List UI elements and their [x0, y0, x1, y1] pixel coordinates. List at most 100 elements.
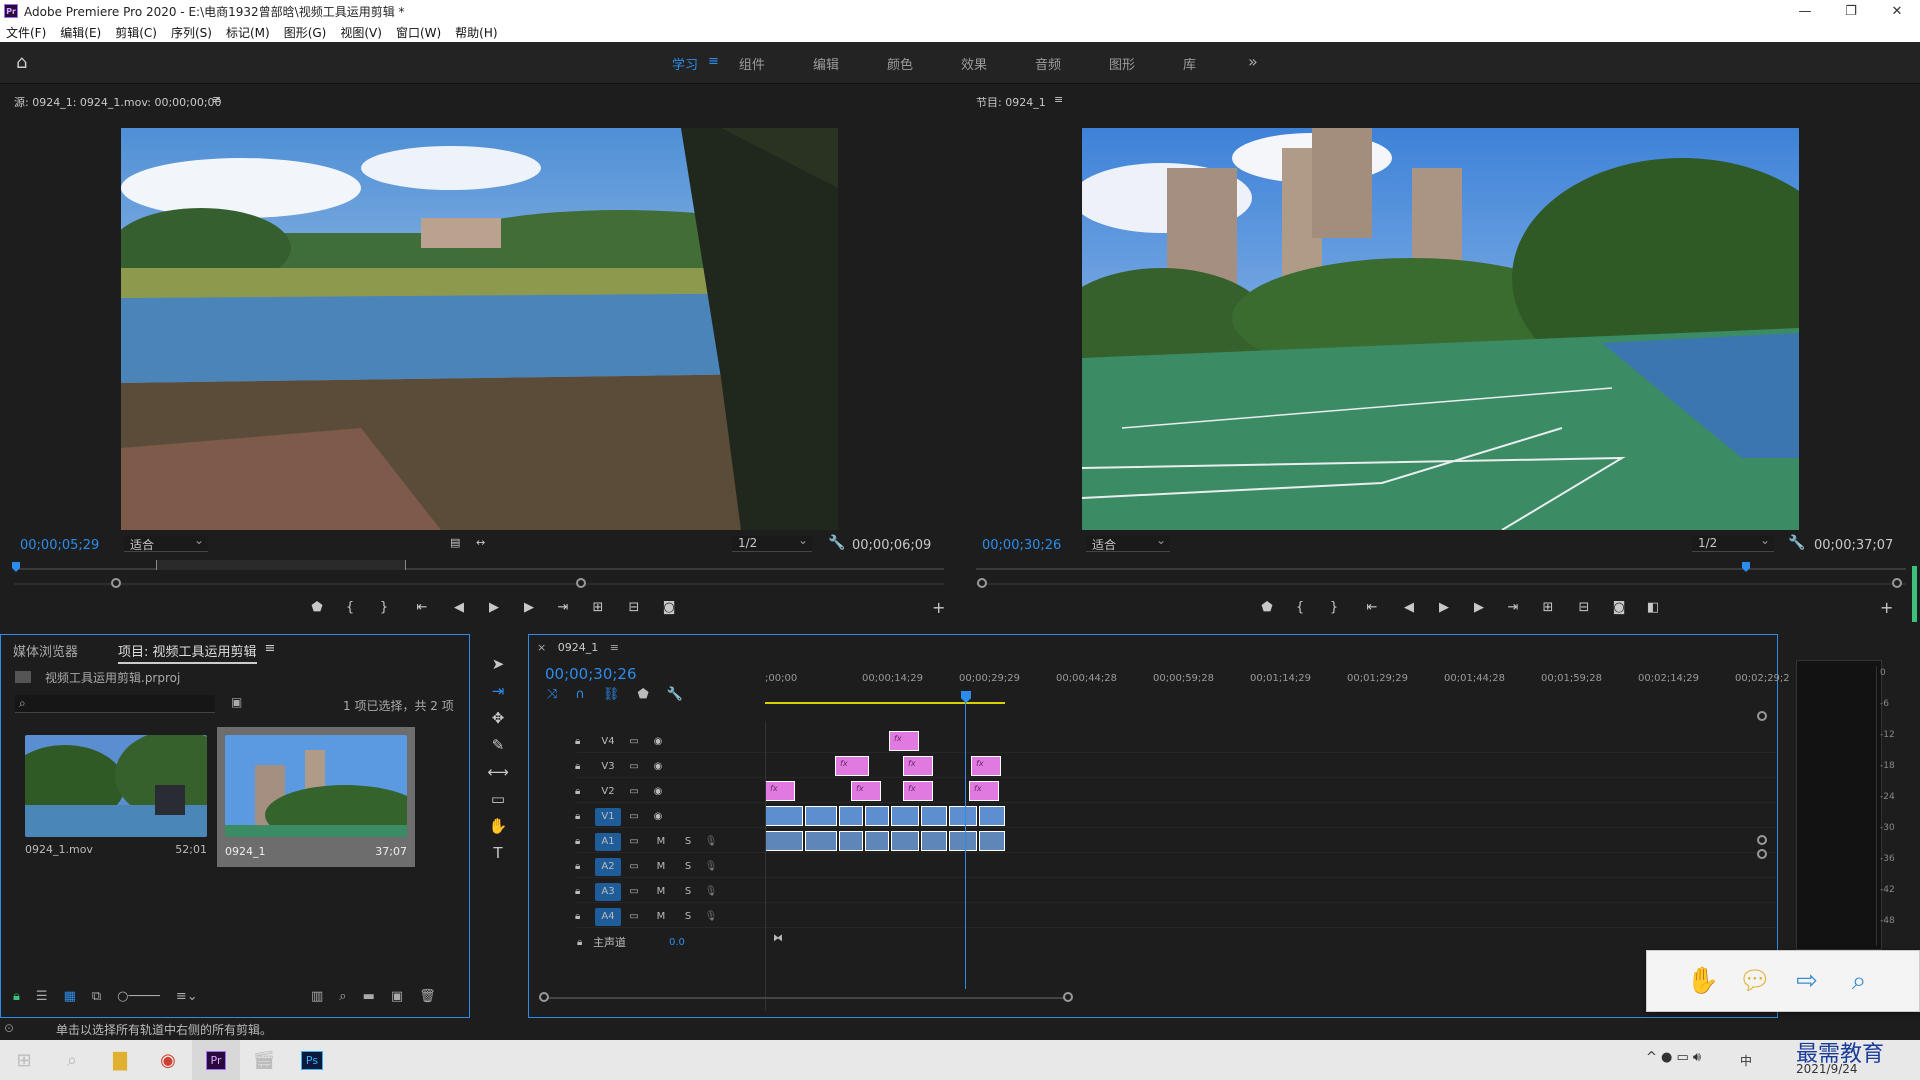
- source-drag-icon[interactable]: ↔: [476, 536, 485, 549]
- track-header-v4[interactable]: 🔒︎ V4 ▭ ◉: [575, 731, 1777, 753]
- ripple-edit-tool-icon[interactable]: ✥: [492, 704, 505, 731]
- time-ruler[interactable]: ;00;00 00;00;14;29 00;00;29;29 00;00;44;28 0…: [765, 671, 1790, 697]
- snap-icon[interactable]: ∩: [575, 687, 585, 702]
- track-header-v1[interactable]: 🔒︎ V1 ▭ ◉: [575, 806, 1777, 828]
- panel-menu-icon[interactable]: ≡: [610, 641, 619, 654]
- menu-help[interactable]: 帮助(H): [455, 24, 497, 41]
- minimize-button[interactable]: —: [1782, 0, 1828, 22]
- play-button-icon[interactable]: ▶: [1426, 600, 1462, 615]
- zoom-icon[interactable]: ⌕: [1833, 966, 1885, 997]
- mute-button[interactable]: M: [647, 911, 675, 922]
- video-clip[interactable]: [805, 806, 837, 826]
- selection-tool-icon[interactable]: ➤: [492, 650, 505, 677]
- mute-button[interactable]: M: [647, 861, 675, 872]
- track-name[interactable]: V4: [595, 733, 621, 751]
- premiere-taskbar-icon[interactable]: Pr: [192, 1040, 240, 1080]
- track-sync-icon[interactable]: ▭: [621, 761, 647, 772]
- workspace-tab-editing[interactable]: 编辑: [813, 54, 839, 73]
- close-button[interactable]: ✕: [1874, 0, 1920, 22]
- maximize-button[interactable]: ❐: [1828, 0, 1874, 22]
- track-select-tool-icon[interactable]: ⇥: [492, 677, 505, 704]
- workspace-tab-learn[interactable]: 学习: [672, 54, 698, 73]
- menu-clip[interactable]: 剪辑(C): [115, 24, 157, 41]
- camera-icon[interactable]: ◙: [1602, 600, 1636, 615]
- timeline-playhead-line[interactable]: [965, 695, 966, 989]
- track-scroll-handle[interactable]: [1757, 835, 1767, 845]
- razor-tool-icon[interactable]: ✎: [492, 731, 505, 758]
- timeline-settings-icon[interactable]: 🔧: [667, 687, 683, 702]
- fx-clip[interactable]: fx: [835, 756, 869, 776]
- master-volume-value[interactable]: 0.0: [669, 937, 685, 948]
- tray-icons[interactable]: ^ ● ▭ 🔊︎: [1646, 1050, 1701, 1065]
- workspace-tab-audio[interactable]: 音频: [1035, 54, 1061, 73]
- camera-icon[interactable]: ◙: [652, 600, 686, 615]
- menu-file[interactable]: 文件(F): [6, 24, 46, 41]
- program-zoom-left-handle[interactable]: [977, 578, 987, 588]
- rectangle-tool-icon[interactable]: ▭: [491, 785, 505, 812]
- new-item-icon[interactable]: ▣: [391, 989, 403, 1004]
- solo-button[interactable]: S: [675, 861, 701, 872]
- eye-icon[interactable]: ◉: [647, 736, 669, 747]
- source-resolution-dropdown[interactable]: 1/2: [732, 533, 812, 552]
- audio-clip[interactable]: [891, 831, 919, 851]
- track-sync-icon[interactable]: ▭: [621, 811, 647, 822]
- menu-view[interactable]: 视图(V): [340, 24, 382, 41]
- source-add-button-icon[interactable]: +: [932, 598, 945, 617]
- file-explorer-icon[interactable]: ▇: [96, 1040, 144, 1080]
- comment-icon[interactable]: 💬︎: [1729, 966, 1781, 996]
- step-back-icon[interactable]: ◀: [1392, 600, 1426, 615]
- project-item-1[interactable]: 0924_1.mov 52;01: [15, 727, 211, 863]
- add-marker-icon[interactable]: ⬟: [300, 600, 334, 615]
- new-bin-from-search-icon[interactable]: ▣: [231, 695, 242, 709]
- video-clip[interactable]: [865, 806, 889, 826]
- project-search-input[interactable]: ⌕: [15, 695, 215, 713]
- workspace-tab-effects[interactable]: 效果: [961, 54, 987, 73]
- track-header-a4[interactable]: 🔒︎ A4 ▭ M S 🎙︎: [575, 906, 1777, 928]
- track-header-a1[interactable]: 🔒︎ A1 ▭ M S 🎙︎: [575, 831, 1777, 853]
- track-sync-icon[interactable]: ▭: [621, 786, 647, 797]
- menu-graphics[interactable]: 图形(G): [284, 24, 327, 41]
- video-clip[interactable]: [839, 806, 863, 826]
- tab-project[interactable]: 项目: 视频工具运用剪辑: [118, 641, 257, 664]
- audio-clip[interactable]: [921, 831, 947, 851]
- fx-clip[interactable]: fx: [851, 781, 881, 801]
- mark-out-icon[interactable]: }: [1316, 600, 1352, 615]
- fx-clip[interactable]: fx: [765, 781, 795, 801]
- photoshop-icon[interactable]: Ps: [288, 1040, 336, 1080]
- track-header-v3[interactable]: 🔒︎ V3 ▭ ◉: [575, 756, 1777, 778]
- go-to-out-icon[interactable]: ⇥: [546, 600, 580, 615]
- track-name[interactable]: A4: [595, 907, 621, 926]
- solo-button[interactable]: S: [675, 911, 701, 922]
- audio-clip[interactable]: [765, 831, 803, 851]
- video-clip[interactable]: [979, 806, 1005, 826]
- timeline-timecode[interactable]: 00;00;30;26: [545, 665, 637, 683]
- program-fit-dropdown[interactable]: 适合: [1086, 533, 1170, 552]
- step-back-icon[interactable]: ◀: [442, 600, 476, 615]
- hand-tool-icon[interactable]: ✋: [489, 812, 508, 839]
- track-sync-icon[interactable]: ▭: [621, 736, 647, 747]
- video-clip[interactable]: [765, 806, 803, 826]
- track-lock-icon[interactable]: 🔒︎: [575, 911, 595, 922]
- solo-button[interactable]: S: [675, 836, 701, 847]
- voiceover-icon[interactable]: 🎙︎: [701, 911, 721, 922]
- solo-button[interactable]: S: [675, 886, 701, 897]
- track-sync-icon[interactable]: ▭: [621, 886, 647, 897]
- track-lock-icon[interactable]: 🔒︎: [577, 937, 593, 948]
- source-monitor-label[interactable]: 源: 0924_1: 0924_1.mov: 00;00;00;00: [14, 94, 222, 110]
- step-forward-icon[interactable]: ▶: [1462, 600, 1496, 615]
- trash-icon[interactable]: 🗑︎: [419, 989, 436, 1004]
- go-to-in-icon[interactable]: ⇤: [1352, 600, 1392, 615]
- video-clip[interactable]: [949, 806, 977, 826]
- export-icon[interactable]: ⇨: [1781, 966, 1833, 996]
- source-fit-dropdown[interactable]: 适合: [124, 533, 208, 552]
- eye-icon[interactable]: ◉: [647, 761, 669, 772]
- source-in-out-range[interactable]: [156, 560, 406, 570]
- track-lock-icon[interactable]: 🔒︎: [575, 861, 595, 872]
- track-lock-icon[interactable]: 🔒︎: [575, 811, 595, 822]
- linked-selection-icon[interactable]: ⛓︎: [603, 687, 620, 702]
- eye-icon[interactable]: ◉: [647, 811, 669, 822]
- program-playhead-timecode[interactable]: 00;00;30;26: [982, 538, 1061, 553]
- compare-view-icon[interactable]: ◧: [1636, 600, 1670, 615]
- track-sync-icon[interactable]: ▭: [621, 911, 647, 922]
- voiceover-icon[interactable]: 🎙︎: [701, 836, 721, 847]
